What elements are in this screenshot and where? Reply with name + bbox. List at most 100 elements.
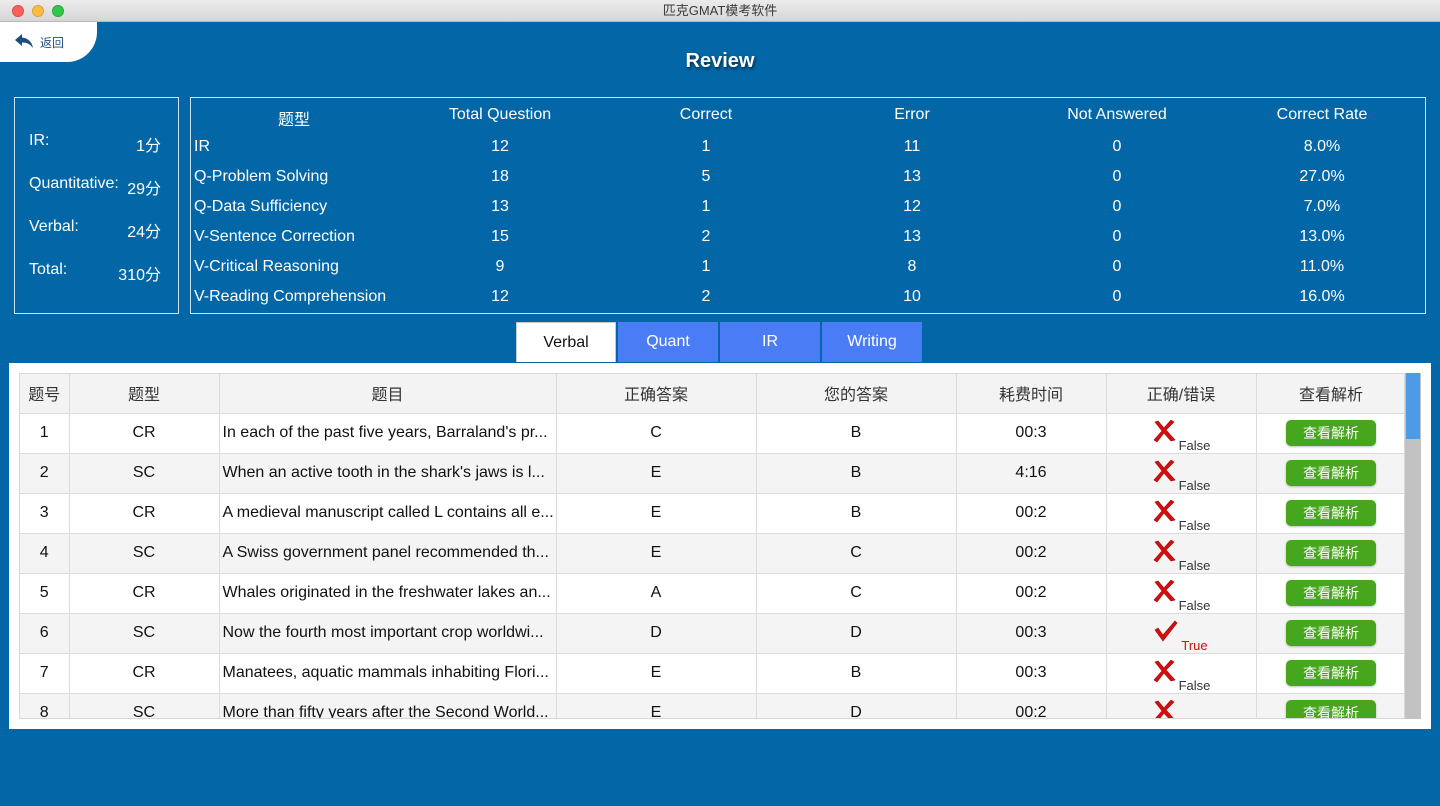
table-row[interactable]: 5 CR Whales originated in the freshwater l… [20,573,1404,614]
question-number: 6 [20,613,70,654]
question-type: SC [69,693,220,718]
table-row[interactable]: 7 CR Manatees, aquatic mammals inhabiting … [20,653,1404,694]
view-analysis-cell: 查看解析 [1256,413,1404,454]
result-label: False [1178,477,1211,493]
table-row[interactable]: 2 SC When an active tooth in the shark's j… [20,453,1404,494]
table-row[interactable]: 4 SC A Swiss government panel recommended … [20,533,1404,574]
view-analysis-cell: 查看解析 [1256,493,1404,534]
stats-cell-type: V-Sentence Correction [194,228,355,245]
column-header[interactable]: 耗费时间 [956,374,1107,414]
stats-cell: 13.0% [1299,228,1345,245]
time-spent: 00:3 [956,613,1107,654]
table-row[interactable]: 1 CR In each of the past five years, Barra… [20,413,1404,454]
view-analysis-button[interactable]: 查看解析 [1286,540,1376,566]
column-header[interactable]: 查看解析 [1256,374,1404,414]
time-spent: 00:2 [956,573,1107,614]
page-title: Review [685,50,755,72]
your-answer: B [756,493,957,534]
stats-cell-type: Q-Data Sufficiency [194,198,328,215]
column-header[interactable]: 题型 [69,374,220,414]
result-mark: False [1152,539,1210,572]
time-spent: 00:3 [956,653,1107,694]
result-cell: False [1106,693,1257,719]
view-analysis-button[interactable]: 查看解析 [1286,500,1376,526]
your-answer: B [756,653,957,694]
time-spent: 4:16 [956,453,1107,494]
column-header[interactable]: 您的答案 [756,374,957,414]
view-analysis-cell: 查看解析 [1256,613,1404,654]
result-label: False [1178,557,1211,573]
stats-cell: 0 [1112,138,1122,155]
result-label: False [1179,718,1211,719]
stats-cell-type: IR [194,138,210,155]
minimize-window-button[interactable] [32,5,44,17]
score-row-verbal: Verbal: 24分 [29,218,161,242]
table-row[interactable]: 6 SC Now the fourth most important crop wo… [20,613,1404,654]
stats-cell: 2 [701,288,711,305]
correct-answer: C [556,413,757,454]
cross-icon [1152,659,1179,687]
stats-cell: 27.0% [1299,168,1345,185]
column-header[interactable]: 正确/错误 [1106,374,1257,414]
result-label: False [1178,597,1211,613]
column-header[interactable]: 题号 [20,374,70,414]
window-titlebar: 匹克GMAT模考软件 [0,0,1440,22]
tab-ir[interactable]: IR [720,322,820,362]
correct-answer: D [556,613,757,654]
view-analysis-button[interactable]: 查看解析 [1286,700,1376,718]
view-analysis-cell: 查看解析 [1256,693,1404,718]
stats-cell: 13 [903,228,921,245]
stats-cell: 0 [1112,288,1122,305]
stats-table: 题型 Total Question Correct Error Not Answ… [190,97,1426,314]
stats-cell: 16.0% [1299,288,1345,305]
cross-icon [1152,539,1179,567]
correct-answer: E [556,453,757,494]
score-row-ir: IR: 1分 [29,132,161,156]
maximize-window-button[interactable] [52,5,64,17]
cross-icon [1152,699,1179,718]
back-arrow-icon [14,33,40,52]
view-analysis-cell: 查看解析 [1256,653,1404,694]
column-header[interactable]: 正确答案 [556,374,757,414]
question-text: A Swiss government panel recommended th.… [219,533,557,574]
result-mark: False [1152,699,1211,719]
stats-cell: 1 [701,198,711,215]
scrollbar-thumb[interactable] [1406,373,1420,439]
stats-cell: 18 [491,168,509,185]
time-spent: 00:2 [956,533,1107,574]
stats-cell: 0 [1112,258,1122,275]
tab-verbal[interactable]: Verbal [516,322,616,362]
table-row[interactable]: 8 SC More than fifty years after the Secon… [20,693,1404,719]
question-type: SC [69,533,220,574]
result-cell: False [1106,453,1257,494]
result-cell: False [1106,573,1257,614]
tab-quant[interactable]: Quant [618,322,718,362]
view-analysis-button[interactable]: 查看解析 [1286,580,1376,606]
score-row-quant: Quantitative: 29分 [29,175,161,199]
close-window-button[interactable] [12,5,24,17]
stats-row: V-Reading Comprehension 12 2 10 0 16.0% [191,288,1425,310]
score-label: Quantitative: [29,175,119,192]
view-analysis-button[interactable]: 查看解析 [1286,620,1376,646]
view-analysis-button[interactable]: 查看解析 [1286,660,1376,686]
view-analysis-cell: 查看解析 [1256,573,1404,614]
table-row[interactable]: 3 CR A medieval manuscript called L contai… [20,493,1404,534]
question-number: 7 [20,653,70,694]
your-answer: C [756,533,957,574]
vertical-scrollbar[interactable] [1405,373,1421,719]
stats-cell-type: V-Reading Comprehension [194,288,387,305]
view-analysis-button[interactable]: 查看解析 [1286,420,1376,446]
stats-cell: 0 [1112,228,1122,245]
view-analysis-button[interactable]: 查看解析 [1286,460,1376,486]
column-header[interactable]: 题目 [219,374,557,414]
tab-writing[interactable]: Writing [822,322,922,362]
question-number: 1 [20,413,70,454]
question-text: Now the fourth most important crop world… [219,613,557,654]
score-value: 1分 [136,138,161,155]
stats-cell: 12 [491,138,509,155]
score-value: 310分 [118,267,161,284]
stats-cell: 15 [491,228,509,245]
stats-cell: 5 [701,168,711,185]
review-table: 题号 题型 题目 正确答案 您的答案 耗费时间 正确/错误 查看解析 1 CR In… [20,374,1404,719]
result-cell: False [1106,533,1257,574]
